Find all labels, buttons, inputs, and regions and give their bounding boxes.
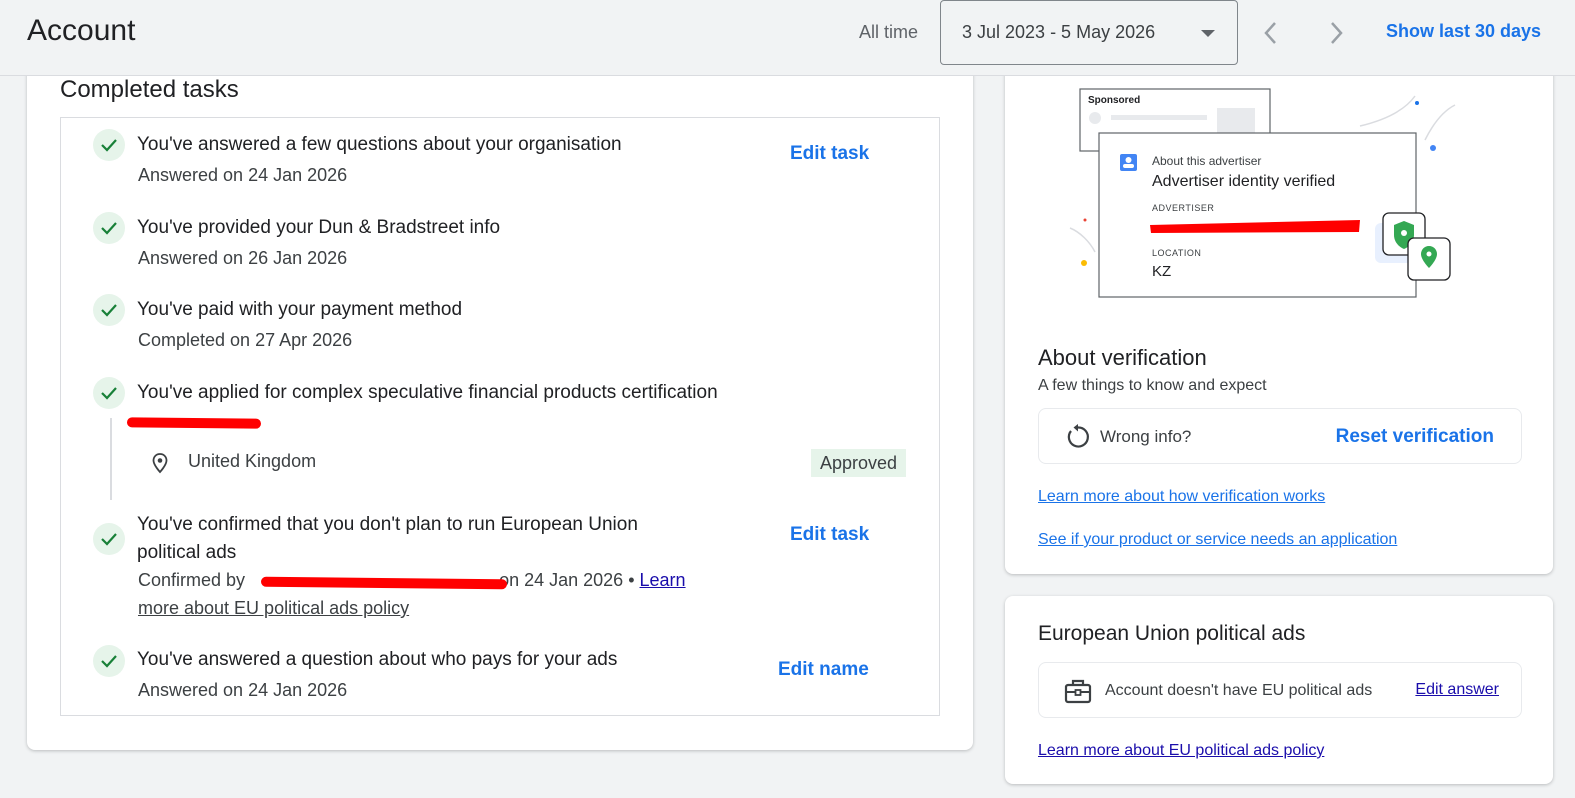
certification-divider bbox=[110, 418, 112, 500]
task-title: You've answered a question about who pay… bbox=[137, 649, 618, 670]
eu-political-ads-card: European Union political ads Account doe… bbox=[1005, 596, 1553, 784]
eu-policy-link[interactable]: Learn more about EU political ads policy bbox=[1038, 742, 1324, 760]
reset-icon bbox=[1067, 424, 1089, 448]
certification-location: United Kingdom bbox=[188, 451, 317, 471]
chevron-right-icon bbox=[1331, 22, 1343, 44]
task-date: Answered on 24 Jan 2026 bbox=[138, 680, 348, 700]
check-icon bbox=[93, 377, 125, 409]
location-value: KZ bbox=[1152, 263, 1171, 280]
task-title: You've paid with your payment method bbox=[137, 299, 463, 320]
sponsored-label: Sponsored bbox=[1088, 95, 1140, 106]
next-period-button[interactable] bbox=[1321, 18, 1351, 48]
eu-political-ads-row: Account doesn't have EU political ads Ed… bbox=[1038, 662, 1522, 718]
identity-verified-label: Advertiser identity verified bbox=[1152, 173, 1335, 190]
check-icon bbox=[93, 294, 125, 326]
edit-task-button[interactable]: Edit task bbox=[790, 143, 869, 165]
wrong-info-row: Wrong info? Reset verification bbox=[1038, 408, 1522, 464]
check-icon bbox=[93, 129, 125, 161]
advertiser-verified-illustration: Sponsored About this advertiser Advertis… bbox=[1069, 88, 1456, 298]
edit-name-button[interactable]: Edit name bbox=[778, 659, 869, 681]
chevron-left-icon bbox=[1264, 22, 1276, 44]
redaction-mark bbox=[126, 417, 262, 429]
confirmed-by-text: Confirmed by bbox=[138, 570, 246, 590]
eu-political-ads-title: European Union political ads bbox=[1038, 622, 1306, 645]
check-icon bbox=[93, 212, 125, 244]
location-label: LOCATION bbox=[1152, 248, 1201, 258]
briefcase-icon bbox=[1064, 679, 1092, 704]
advertiser-label: ADVERTISER bbox=[1152, 203, 1214, 213]
check-icon bbox=[93, 523, 125, 555]
eu-policy-link-part1[interactable]: Learn bbox=[640, 570, 686, 590]
check-icon bbox=[93, 645, 125, 677]
task-title-line2: political ads bbox=[137, 542, 237, 563]
page-header: Account All time 3 Jul 2023 - 5 May 2026… bbox=[0, 0, 1575, 76]
edit-answer-link[interactable]: Edit answer bbox=[1415, 681, 1499, 699]
date-range-value: 3 Jul 2023 - 5 May 2026 bbox=[962, 22, 1156, 42]
all-time-label: All time bbox=[859, 22, 919, 42]
about-verification-subtitle: A few things to know and expect bbox=[1038, 377, 1267, 394]
task-title: You've answered a few questions about yo… bbox=[137, 134, 622, 155]
task-title-line1: You've confirmed that you don't plan to … bbox=[137, 514, 638, 535]
task-date: Answered on 24 Jan 2026 bbox=[138, 165, 348, 185]
page-title: Account bbox=[27, 14, 136, 47]
about-verification-title: About verification bbox=[1038, 345, 1207, 370]
reset-verification-button[interactable]: Reset verification bbox=[1336, 426, 1494, 448]
location-pin-icon bbox=[152, 453, 168, 474]
wrong-info-label: Wrong info? bbox=[1100, 427, 1192, 446]
eu-policy-link-part2[interactable]: more about EU political ads policy bbox=[138, 594, 409, 622]
previous-period-button[interactable] bbox=[1256, 18, 1286, 48]
task-title: You've applied for complex speculative f… bbox=[137, 382, 718, 403]
about-advertiser-label: About this advertiser bbox=[1152, 154, 1261, 168]
confirmed-date-text: on 24 Jan 2026 • bbox=[499, 570, 635, 590]
task-title: You've provided your Dun & Bradstreet in… bbox=[137, 217, 501, 238]
completed-tasks-card: Completed tasks You've answered a few qu… bbox=[27, 60, 973, 750]
application-info-link[interactable]: See if your product or service needs an … bbox=[1038, 531, 1397, 549]
eu-political-ads-status: Account doesn't have EU political ads bbox=[1105, 682, 1373, 699]
show-last-30-days-button[interactable]: Show last 30 days bbox=[1386, 21, 1541, 42]
caret-down-icon bbox=[1201, 30, 1215, 37]
task-date: Completed on 27 Apr 2026 bbox=[138, 330, 353, 350]
task-list: You've answered a few questions about yo… bbox=[60, 117, 940, 716]
date-range-select[interactable]: 3 Jul 2023 - 5 May 2026 bbox=[940, 0, 1238, 65]
verification-card: Sponsored About this advertiser Advertis… bbox=[1005, 60, 1553, 574]
approved-badge: Approved bbox=[811, 449, 906, 477]
edit-task-button[interactable]: Edit task bbox=[790, 524, 869, 546]
task-date: Answered on 26 Jan 2026 bbox=[138, 248, 348, 268]
completed-tasks-title: Completed tasks bbox=[60, 76, 239, 103]
verification-info-link[interactable]: Learn more about how verification works bbox=[1038, 488, 1325, 506]
